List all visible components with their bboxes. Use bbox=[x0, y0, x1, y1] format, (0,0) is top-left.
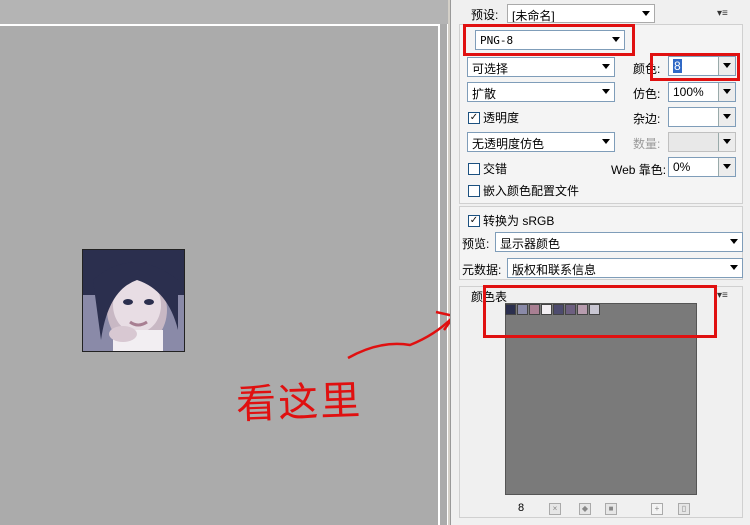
metadata-select[interactable]: 版权和联系信息 bbox=[507, 258, 743, 278]
preview-label: 预览: bbox=[462, 237, 490, 251]
image-preview-area[interactable]: 看这里 bbox=[0, 0, 457, 525]
convert-srgb-label: 转换为 sRGB bbox=[483, 214, 555, 228]
color-table-menu-icon[interactable]: ▾≡ bbox=[717, 290, 728, 301]
preview-value: 显示器颜色 bbox=[500, 237, 561, 251]
annotation-arrow bbox=[347, 310, 457, 360]
metadata-label: 元数据: bbox=[462, 263, 502, 277]
embed-profile-checkbox-row[interactable]: 嵌入颜色配置文件 bbox=[468, 182, 579, 199]
embed-profile-label: 嵌入颜色配置文件 bbox=[483, 184, 580, 198]
web-snap-label: Web 靠色: bbox=[611, 163, 667, 177]
color-count: 8 bbox=[518, 502, 525, 514]
color-table-footer: 8 × ◆ ■ + ▯ bbox=[505, 500, 697, 518]
web-shift-icon[interactable]: ◆ bbox=[579, 503, 591, 515]
preset-select[interactable]: [未命名] bbox=[507, 4, 655, 23]
convert-srgb-checkbox-row[interactable]: ✓ 转换为 sRGB bbox=[468, 212, 554, 229]
matte-select[interactable] bbox=[668, 107, 736, 127]
amount-combobox bbox=[668, 132, 736, 152]
lock-color-icon[interactable]: ■ bbox=[605, 503, 617, 515]
interlaced-label: 交错 bbox=[483, 162, 508, 176]
chevron-down-icon[interactable] bbox=[718, 83, 735, 101]
transparency-dither-value: 无透明度仿色 bbox=[472, 137, 545, 151]
highlight-box-colors bbox=[650, 53, 740, 81]
transparency-dither-select[interactable]: 无透明度仿色 bbox=[467, 132, 615, 152]
color-reduction-select[interactable]: 可选择 bbox=[467, 57, 615, 77]
preset-value: [未命名] bbox=[512, 9, 555, 23]
preset-label: 预设: bbox=[471, 8, 499, 22]
dither-label: 仿色: bbox=[633, 87, 661, 101]
annotation-text: 看这里 bbox=[235, 377, 363, 429]
chevron-down-icon[interactable] bbox=[718, 108, 735, 126]
matte-label: 杂边: bbox=[633, 112, 661, 126]
transparency-checkbox[interactable]: ✓ bbox=[468, 111, 480, 124]
web-snap-combobox[interactable]: 0% bbox=[668, 157, 736, 177]
chevron-down-icon[interactable] bbox=[718, 158, 735, 176]
chevron-down-icon bbox=[730, 239, 738, 244]
panel-menu-icon[interactable]: ▾≡ bbox=[717, 8, 728, 19]
embed-profile-checkbox[interactable] bbox=[468, 184, 480, 197]
chevron-down-icon bbox=[602, 139, 610, 144]
chevron-down-icon bbox=[642, 11, 650, 16]
map-color-icon[interactable]: × bbox=[549, 503, 561, 515]
new-color-icon[interactable]: + bbox=[651, 503, 663, 515]
web-snap-value[interactable]: 0% bbox=[673, 160, 690, 174]
preview-frame bbox=[0, 24, 440, 525]
portrait-image bbox=[83, 250, 184, 351]
metadata-value: 版权和联系信息 bbox=[512, 263, 597, 277]
highlight-box-format bbox=[463, 24, 635, 56]
interlaced-checkbox-row[interactable]: 交错 bbox=[468, 160, 507, 177]
preview-top-strip bbox=[0, 0, 448, 24]
chevron-down-icon bbox=[730, 265, 738, 270]
dither-value[interactable]: 100% bbox=[673, 85, 704, 99]
transparency-checkbox-row[interactable]: ✓ 透明度 bbox=[468, 109, 519, 126]
convert-srgb-checkbox[interactable]: ✓ bbox=[468, 214, 480, 227]
transparency-label: 透明度 bbox=[483, 111, 520, 125]
color-reduction-value: 可选择 bbox=[472, 62, 509, 76]
chevron-down-icon bbox=[718, 133, 735, 151]
dither-algorithm-value: 扩散 bbox=[472, 87, 497, 101]
preset-row: 预设: bbox=[471, 6, 498, 23]
dither-combobox[interactable]: 100% bbox=[668, 82, 736, 102]
highlight-box-color-table bbox=[483, 285, 717, 338]
dither-algorithm-select[interactable]: 扩散 bbox=[467, 82, 615, 102]
interlaced-checkbox[interactable] bbox=[468, 162, 480, 175]
image-thumbnail bbox=[82, 249, 185, 352]
preview-select[interactable]: 显示器颜色 bbox=[495, 232, 743, 252]
chevron-down-icon bbox=[602, 64, 610, 69]
trash-icon[interactable]: ▯ bbox=[678, 503, 690, 515]
chevron-down-icon bbox=[602, 89, 610, 94]
amount-label: 数量: bbox=[633, 137, 661, 151]
